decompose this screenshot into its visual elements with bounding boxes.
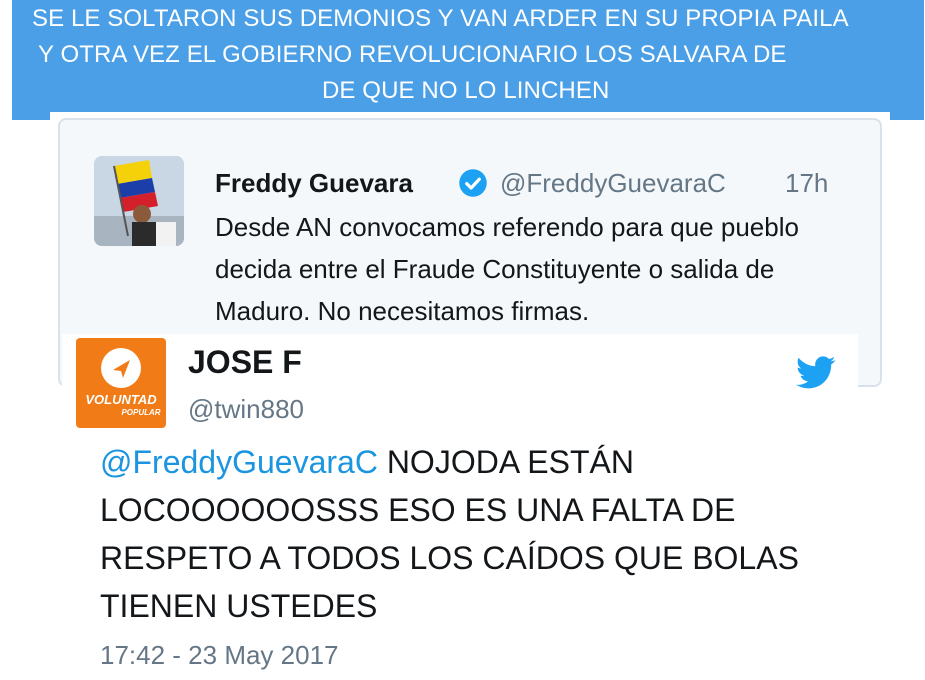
verified-badge-icon <box>459 169 487 197</box>
voluntad-popular-logo-icon <box>101 348 141 388</box>
author-name[interactable]: JOSE F <box>188 344 302 381</box>
tweet-text: @FreddyGuevaraC NOJODA ESTÁN LOCOOOOOOSS… <box>100 438 840 630</box>
quoted-author-handle[interactable]: @FreddyGuevaraC <box>500 168 726 199</box>
quoted-tweet-time[interactable]: 17h <box>785 168 828 199</box>
caption-banner: SE LE SOLTARON SUS DEMONIOS Y VAN ARDER … <box>12 0 924 120</box>
quoted-avatar-image <box>94 156 184 246</box>
quoted-tweet-text: Desde AN convocamos referendo para que p… <box>215 212 799 326</box>
caption-line-1: SE LE SOLTARON SUS DEMONIOS Y VAN ARDER … <box>32 5 849 32</box>
twitter-bird-icon[interactable] <box>796 356 836 390</box>
tweet-timestamp[interactable]: 17:42 - 23 May 2017 <box>100 640 339 671</box>
tweet: VOLUNTAD POPULAR JOSE F @twin880 @Freddy… <box>62 334 858 680</box>
caption-line-2: Y OTRA VEZ EL GOBIERNO REVOLUCIONARIO LO… <box>38 41 787 68</box>
avatar[interactable]: VOLUNTAD POPULAR <box>76 338 166 428</box>
quoted-author-name[interactable]: Freddy Guevara <box>215 168 413 199</box>
mention-link[interactable]: @FreddyGuevaraC <box>100 444 378 480</box>
quoted-avatar[interactable] <box>94 156 184 246</box>
author-handle[interactable]: @twin880 <box>188 394 304 425</box>
caption-line-3: DE QUE NO LO LINCHEN <box>322 77 610 104</box>
avatar-text-popular: POPULAR <box>121 408 161 417</box>
avatar-text-voluntad: VOLUNTAD <box>85 392 157 407</box>
